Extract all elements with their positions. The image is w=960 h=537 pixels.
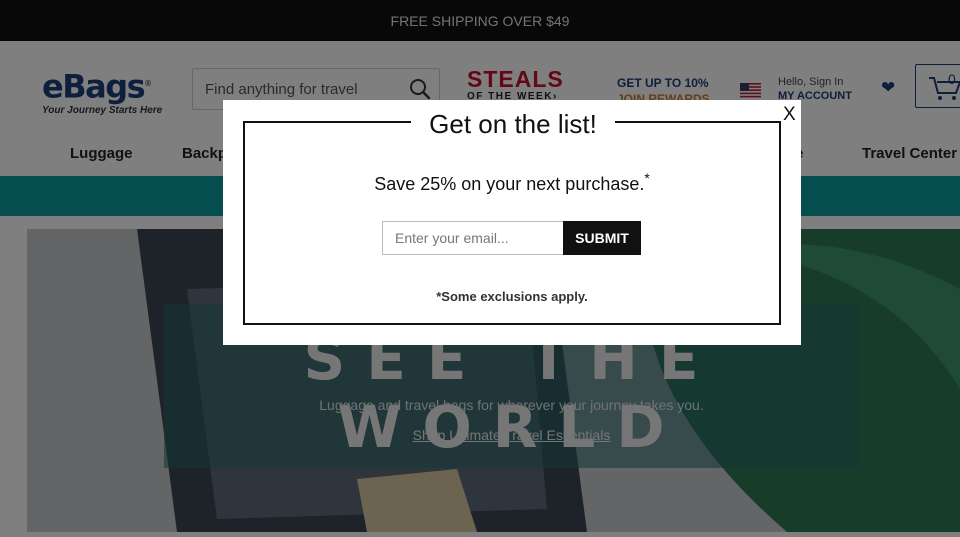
- close-button[interactable]: X: [783, 104, 796, 126]
- modal-title: Get on the list!: [411, 109, 615, 139]
- exclusions-note: *Some exclusions apply.: [436, 289, 588, 304]
- offer-text: Save 25% on your next purchase.: [374, 174, 645, 194]
- submit-button[interactable]: SUBMIT: [563, 221, 641, 255]
- newsletter-modal: Get on the list! X Save 25% on your next…: [223, 100, 801, 345]
- modal-offer: Save 25% on your next purchase.*: [223, 170, 801, 195]
- email-field[interactable]: [382, 221, 564, 255]
- offer-asterisk: *: [644, 170, 650, 186]
